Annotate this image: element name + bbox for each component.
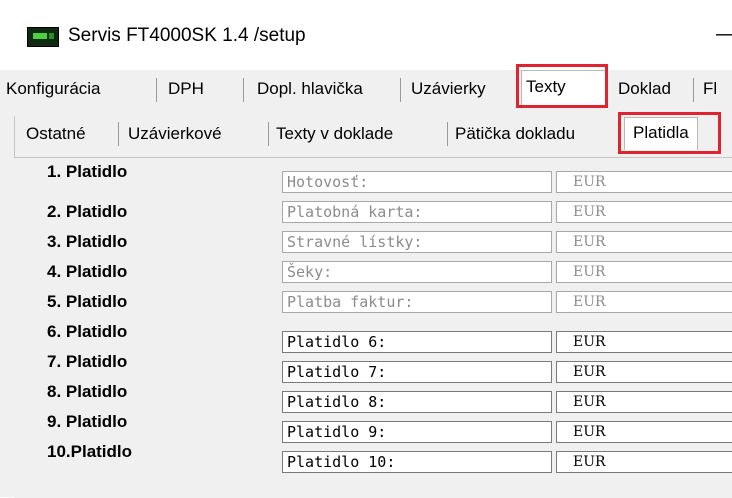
platidlo-currency-field-2[interactable]: EUR bbox=[556, 201, 732, 223]
window-title: Servis FT4000SK 1.4 /setup bbox=[68, 25, 306, 46]
platidlo-name-field-2[interactable]: Platobná karta: bbox=[282, 201, 552, 223]
platidlo-label-8: 8. Platidlo bbox=[47, 382, 128, 401]
platidlo-label-2: 2. Platidlo bbox=[47, 202, 128, 221]
platidlo-currency-field-1[interactable]: EUR bbox=[556, 171, 732, 193]
subtab-texty-v-doklade[interactable]: Texty v doklade bbox=[276, 120, 393, 148]
subtab-ostatne[interactable]: Ostatné bbox=[26, 120, 86, 148]
main-tab-strip: Konfigurácia DPH Dopl. hlavička Uzávierk… bbox=[0, 64, 732, 108]
platidlo-label-6: 6. Platidlo bbox=[47, 322, 128, 341]
platidlo-currency-field-4[interactable]: EUR bbox=[556, 261, 732, 283]
platidlo-label-3: 3. Platidlo bbox=[47, 232, 128, 251]
platidlo-label-5: 5. Platidlo bbox=[47, 292, 128, 311]
platidlo-currency-field-8[interactable]: EUR bbox=[556, 391, 732, 413]
texty-panel: Ostatné Uzávierkové Texty v doklade Päti… bbox=[0, 108, 732, 498]
platidlo-label-1: 1. Platidlo bbox=[47, 162, 128, 181]
platidlo-name-field-6[interactable]: Platidlo 6: bbox=[282, 331, 552, 353]
platidlo-name-field-3[interactable]: Stravné lístky: bbox=[282, 231, 552, 253]
highlight-box-platidla bbox=[618, 112, 721, 154]
platidlo-name-field-8[interactable]: Platidlo 8: bbox=[282, 391, 552, 413]
tab-uzavierky[interactable]: Uzávierky bbox=[407, 74, 486, 104]
tab-fl[interactable]: Fl bbox=[699, 74, 717, 104]
platidlo-label-10: 10.Platidlo bbox=[47, 442, 133, 461]
platidlo-name-field-10[interactable]: Platidlo 10: bbox=[282, 451, 552, 473]
platidlo-name-field-5[interactable]: Platba faktur: bbox=[282, 291, 552, 313]
platidlo-currency-field-9[interactable]: EUR bbox=[556, 421, 732, 443]
highlight-box-texty bbox=[516, 64, 608, 108]
title-bar: Servis FT4000SK 1.4 /setup — bbox=[0, 0, 732, 66]
platidlo-currency-field-5[interactable]: EUR bbox=[556, 291, 732, 313]
tab-dph[interactable]: DPH bbox=[164, 74, 204, 104]
app-icon bbox=[27, 27, 59, 47]
platidlo-currency-field-6[interactable]: EUR bbox=[556, 331, 732, 353]
platidlo-name-field-7[interactable]: Platidlo 7: bbox=[282, 361, 552, 383]
tab-doklad[interactable]: Doklad bbox=[614, 74, 671, 104]
tab-konfiguracia[interactable]: Konfigurácia bbox=[2, 74, 101, 104]
subtab-uzavierkove[interactable]: Uzávierkové bbox=[128, 120, 222, 148]
subtab-paticka-dokladu[interactable]: Pätička dokladu bbox=[455, 120, 575, 148]
minimize-button[interactable]: — bbox=[716, 23, 732, 46]
tab-dopl-hlavicka[interactable]: Dopl. hlavička bbox=[253, 74, 363, 104]
platidlo-label-9: 9. Platidlo bbox=[47, 412, 128, 431]
platidlo-name-field-1[interactable]: Hotovosť: bbox=[282, 171, 552, 193]
platidlo-currency-field-3[interactable]: EUR bbox=[556, 231, 732, 253]
platidlo-label-7: 7. Platidlo bbox=[47, 352, 128, 371]
platidlo-label-4: 4. Platidlo bbox=[47, 262, 128, 281]
platidlo-name-field-4[interactable]: Šeky: bbox=[282, 261, 552, 283]
platidlo-name-field-9[interactable]: Platidlo 9: bbox=[282, 421, 552, 443]
platidlo-currency-field-7[interactable]: EUR bbox=[556, 361, 732, 383]
platidlo-currency-field-10[interactable]: EUR bbox=[556, 451, 732, 473]
